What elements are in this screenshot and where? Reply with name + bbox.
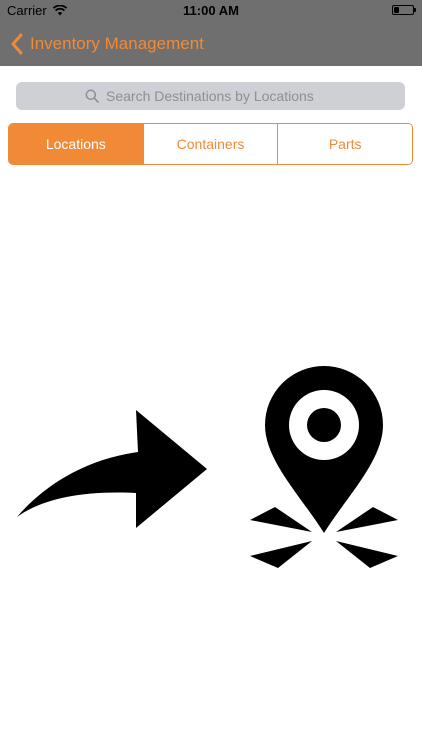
map-pin-target-icon [250,366,398,568]
search-input[interactable] [106,88,336,104]
chevron-left-icon [11,33,23,55]
back-title: Inventory Management [30,34,204,53]
status-bar: Carrier 11:00 AM [0,0,422,22]
illustration [17,366,398,568]
back-button[interactable]: Inventory Management [10,22,204,66]
segment-containers[interactable]: Containers [142,124,278,164]
segment-parts[interactable]: Parts [277,124,412,164]
status-time: 11:00 AM [183,3,239,18]
segment-locations[interactable]: Locations [9,124,143,164]
header: Carrier 11:00 AM Inventory Management [0,0,422,66]
nav-bar: Inventory Management [0,22,422,66]
battery-fill [394,7,399,13]
segmented-control: Locations Containers Parts [8,123,413,165]
search-bar[interactable] [16,82,405,110]
screen: Carrier 11:00 AM Inventory Management Se… [0,0,422,750]
battery-tip [414,8,416,12]
search-icon [85,89,99,103]
curved-arrow-right-icon [17,410,207,528]
battery-icon [392,5,416,15]
